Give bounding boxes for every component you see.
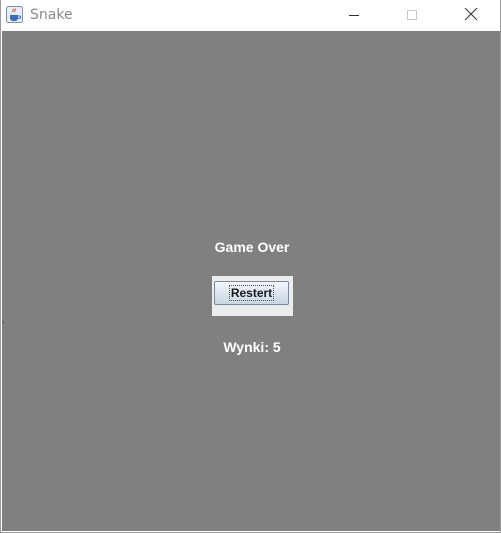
title-bar[interactable]: Snake [1,0,500,31]
score-label: Wynki: 5 [223,339,281,355]
restart-button-label: Restert [228,285,275,301]
window-title: Snake [30,7,73,23]
close-button[interactable] [448,0,494,31]
java-cup-icon [6,6,23,23]
restart-button[interactable]: Restert [214,281,289,305]
game-board: Game Over Restert Wynki: 5 [2,31,500,531]
board-edge-mark [2,321,4,324]
maximize-button[interactable] [389,0,435,31]
app-window: Snake Game Over Restert Wynki: 5 [0,0,501,533]
maximize-icon [406,6,418,25]
minimize-button[interactable] [331,0,377,31]
restart-button-panel: Restert [212,276,293,316]
minimize-icon [348,6,360,25]
close-icon [464,6,478,25]
game-over-label: Game Over [214,239,290,255]
